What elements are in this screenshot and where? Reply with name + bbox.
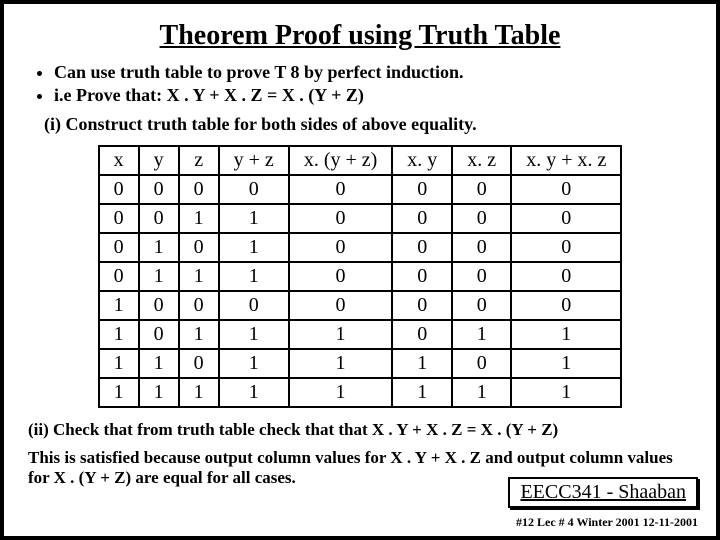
cell: 0 [99,262,139,291]
cell: 0 [511,204,621,233]
cell: 0 [99,204,139,233]
cell: 1 [179,320,219,349]
cell: 0 [511,175,621,204]
cell: 1 [511,320,621,349]
cell: 0 [511,233,621,262]
cell: 1 [219,204,289,233]
cell: 1 [139,262,179,291]
cell: 1 [289,320,392,349]
cell: 0 [289,175,392,204]
table-row: 00110000 [99,204,622,233]
cell: 1 [392,378,452,407]
col-header: x. (y + z) [289,146,392,175]
table-body: 00000000 00110000 01010000 01110000 1000… [99,175,622,407]
bullet-item: i.e Prove that: X . Y + X . Z = X . (Y +… [54,85,696,106]
cell: 1 [219,349,289,378]
cell: 1 [219,378,289,407]
cell: 0 [392,204,452,233]
cell: 0 [139,175,179,204]
table-row: 00000000 [99,175,622,204]
footer-course-box: EECC341 - Shaaban [508,477,698,508]
cell: 1 [219,233,289,262]
cell: 0 [289,291,392,320]
col-header: x. z [452,146,511,175]
cell: 0 [511,262,621,291]
cell: 1 [219,262,289,291]
cell: 1 [139,349,179,378]
cell: 0 [179,175,219,204]
col-header: x. y [392,146,452,175]
col-header: x [99,146,139,175]
footer-meta: #12 Lec # 4 Winter 2001 12-11-2001 [516,515,698,530]
cell: 0 [219,175,289,204]
cell: 1 [289,378,392,407]
cell: 1 [511,349,621,378]
cell: 1 [99,291,139,320]
cell: 0 [452,349,511,378]
slide-title: Theorem Proof using Truth Table [24,20,696,52]
cell: 0 [392,291,452,320]
cell: 0 [139,320,179,349]
cell: 0 [452,291,511,320]
cell: 0 [392,262,452,291]
cell: 0 [139,204,179,233]
truth-table: x y z y + z x. (y + z) x. y x. z x. y + … [98,145,623,408]
cell: 0 [392,233,452,262]
cell: 0 [179,291,219,320]
cell: 1 [219,320,289,349]
cell: 1 [99,378,139,407]
table-row: 01010000 [99,233,622,262]
col-header: z [179,146,219,175]
cell: 1 [99,320,139,349]
cell: 1 [452,378,511,407]
cell: 1 [179,204,219,233]
cell: 0 [392,175,452,204]
cell: 1 [392,349,452,378]
col-header: y + z [219,146,289,175]
step-i-text: (i) Construct truth table for both sides… [44,114,696,135]
table-row: 11111111 [99,378,622,407]
cell: 0 [452,204,511,233]
cell: 0 [511,291,621,320]
cell: 0 [452,262,511,291]
cell: 1 [179,262,219,291]
cell: 0 [289,233,392,262]
cell: 1 [139,378,179,407]
table-header-row: x y z y + z x. (y + z) x. y x. z x. y + … [99,146,622,175]
step-ii-text: (ii) Check that from truth table check t… [28,420,692,440]
table-row: 10000000 [99,291,622,320]
cell: 0 [289,262,392,291]
cell: 0 [452,175,511,204]
cell: 0 [99,233,139,262]
col-header: x. y + x. z [511,146,621,175]
cell: 1 [289,349,392,378]
cell: 0 [179,233,219,262]
cell: 1 [139,233,179,262]
cell: 1 [452,320,511,349]
cell: 0 [452,233,511,262]
table-row: 11011101 [99,349,622,378]
slide-frame: Theorem Proof using Truth Table Can use … [0,0,720,540]
table-row: 01110000 [99,262,622,291]
table-row: 10111011 [99,320,622,349]
cell: 0 [99,175,139,204]
col-header: y [139,146,179,175]
cell: 0 [219,291,289,320]
cell: 1 [179,378,219,407]
cell: 1 [511,378,621,407]
cell: 0 [179,349,219,378]
bullet-list: Can use truth table to prove T 8 by perf… [24,62,696,106]
cell: 1 [99,349,139,378]
cell: 0 [139,291,179,320]
cell: 0 [289,204,392,233]
bullet-item: Can use truth table to prove T 8 by perf… [54,62,696,83]
cell: 0 [392,320,452,349]
